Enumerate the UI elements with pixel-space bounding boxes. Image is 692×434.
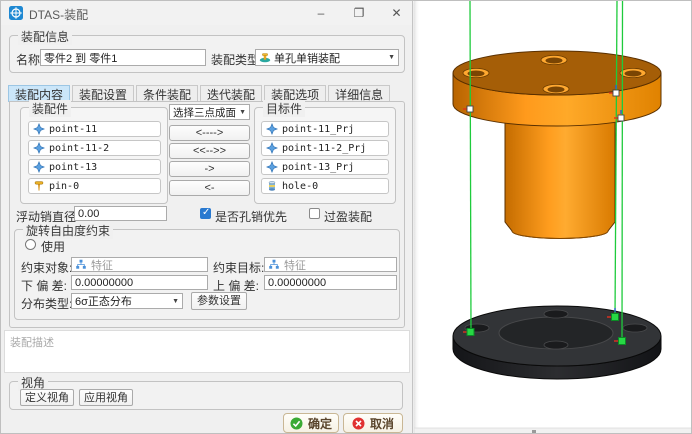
viewport-edge-shade (414, 1, 420, 434)
point-icon (266, 161, 278, 173)
maximize-button[interactable]: ❐ (342, 1, 376, 25)
assembly-type-value: 单孔单销装配 (274, 50, 340, 66)
assembly-info-legend: 装配信息 (18, 28, 72, 45)
define-view-button[interactable]: 定义视角 (20, 389, 74, 406)
hole-pin-priority-label: 是否孔销优先 (215, 208, 287, 225)
assembly-type-icon (259, 52, 271, 63)
constraint-target-field[interactable]: 特征 (264, 257, 397, 272)
parameter-settings-button[interactable]: 参数设置 (191, 292, 247, 310)
list-item-label: point-13 (49, 162, 97, 173)
assembly-type-select[interactable]: 单孔单销装配 ▼ (255, 49, 399, 66)
list-item-source-2[interactable]: point-13 (28, 159, 161, 175)
use-radio-label: 使用 (41, 238, 65, 255)
transfer-right-button[interactable]: -> (169, 161, 250, 177)
hole-icon (266, 180, 278, 192)
chevron-down-icon: ▼ (239, 109, 246, 116)
assembly-description-textarea[interactable]: 装配描述 (4, 330, 410, 373)
list-item-target-2[interactable]: point-13_Prj (261, 159, 389, 175)
hole-pin-priority-checkbox[interactable] (200, 208, 211, 219)
constraint-object-placeholder: 特征 (91, 257, 113, 273)
interference-fit-checkbox[interactable] (309, 208, 320, 219)
pin-icon (33, 180, 45, 192)
three-point-plane-label: 选择三点成面 (173, 105, 236, 120)
list-item-label: point-13_Prj (282, 162, 354, 173)
part-black-ring (453, 306, 661, 379)
rotation-dof-group: 旋转自由度约束 使用 约束对象: 特征 约束目标: 特征 下 偏 差: 上 偏 … (14, 229, 400, 320)
float-pin-diameter-input[interactable] (74, 206, 167, 221)
list-item-label: hole-0 (282, 181, 318, 192)
minimize-button[interactable]: – (304, 1, 338, 25)
point-icon (33, 161, 45, 173)
cancel-button-label: 取消 (370, 415, 394, 432)
list-item-source-0[interactable]: point-11 (28, 121, 161, 137)
name-input[interactable] (40, 49, 206, 66)
viewport-3d[interactable] (414, 1, 692, 434)
assembly-info-group: 装配信息 名称: 装配类型: 单孔单销装配 ▼ (9, 35, 405, 73)
source-parts-legend: 装配件 (29, 100, 71, 117)
rotation-dof-legend: 旋转自由度约束 (23, 222, 113, 239)
tab-detail-info[interactable]: 详细信息 (328, 85, 390, 102)
constraint-target-placeholder: 特征 (284, 257, 306, 273)
tab-condition-assembly[interactable]: 条件装配 (136, 85, 198, 102)
constraint-target-label: 约束目标: (213, 259, 264, 276)
list-item-label: point-11 (49, 124, 97, 135)
list-item-target-3[interactable]: hole-0 (261, 178, 389, 194)
list-item-source-1[interactable]: point-11-2 (28, 140, 161, 156)
constraint-object-label: 约束对象: (21, 259, 72, 276)
ok-check-icon (290, 417, 303, 430)
point-icon (266, 142, 278, 154)
source-parts-group: 装配件 point-11 point-11-2 point-13 pin-0 (20, 107, 168, 204)
point-icon (33, 142, 45, 154)
apply-view-button[interactable]: 应用视角 (79, 389, 133, 406)
interference-fit-label: 过盈装配 (324, 208, 372, 225)
ok-button-label: 确定 (308, 415, 332, 432)
chevron-down-icon: ▼ (172, 298, 179, 305)
constraint-object-field[interactable]: 特征 (71, 257, 208, 272)
viewport-horizontal-scrollbar (414, 428, 692, 434)
target-parts-group: 目标件 point-11_Prj point-11-2_Prj point-13… (254, 107, 396, 204)
lower-deviation-label: 下 偏 差: (21, 277, 67, 294)
list-item-label: point-11-2_Prj (282, 143, 366, 154)
title-bar[interactable]: DTAS-装配 – ❐ ✕ (1, 1, 412, 25)
tab-iterative-assembly[interactable]: 迭代装配 (200, 85, 262, 102)
close-button[interactable]: ✕ (380, 1, 413, 25)
window-title: DTAS-装配 (29, 6, 88, 23)
list-item-target-1[interactable]: point-11-2_Prj (261, 140, 389, 156)
app-icon (9, 6, 23, 20)
list-item-label: point-11_Prj (282, 124, 354, 135)
list-item-label: point-11-2 (49, 143, 109, 154)
tab-assembly-settings[interactable]: 装配设置 (72, 85, 134, 102)
cancel-button[interactable]: 取消 (343, 413, 403, 433)
distribution-type-select[interactable]: 6σ正态分布 ▼ (71, 293, 183, 309)
transfer-all-button[interactable]: <----> (169, 125, 250, 141)
cancel-x-icon (352, 417, 365, 430)
chevron-down-icon: ▼ (388, 54, 395, 61)
distribution-type-label: 分布类型: (21, 295, 72, 312)
tab-page-assembly-content: 装配件 point-11 point-11-2 point-13 pin-0 (9, 101, 405, 328)
transfer-left-button[interactable]: <- (169, 180, 250, 196)
transfer-all-both-button[interactable]: <<-->> (169, 143, 250, 159)
three-point-plane-select[interactable]: 选择三点成面 ▼ (169, 104, 250, 120)
point-icon (33, 123, 45, 135)
use-radio[interactable] (25, 239, 36, 250)
list-item-source-3[interactable]: pin-0 (28, 178, 161, 194)
ok-button[interactable]: 确定 (283, 413, 339, 433)
distribution-type-value: 6σ正态分布 (75, 293, 132, 309)
upper-deviation-input[interactable] (264, 275, 397, 290)
view-angle-group: 视角 定义视角 应用视角 (9, 381, 403, 410)
point-icon (266, 123, 278, 135)
feature-icon (268, 259, 280, 270)
scene-3d (414, 1, 692, 434)
assembly-dialog: DTAS-装配 – ❐ ✕ 装配信息 名称: 装配类型: 单孔单销装配 ▼ (1, 1, 413, 434)
feature-icon (75, 259, 87, 270)
lower-deviation-input[interactable] (71, 275, 208, 290)
list-item-label: pin-0 (49, 181, 79, 192)
target-parts-legend: 目标件 (263, 100, 305, 117)
part-orange-flange (453, 51, 661, 239)
dtas-assembly-window: DTAS-装配 – ❐ ✕ 装配信息 名称: 装配类型: 单孔单销装配 ▼ (0, 0, 692, 434)
list-item-target-0[interactable]: point-11_Prj (261, 121, 389, 137)
